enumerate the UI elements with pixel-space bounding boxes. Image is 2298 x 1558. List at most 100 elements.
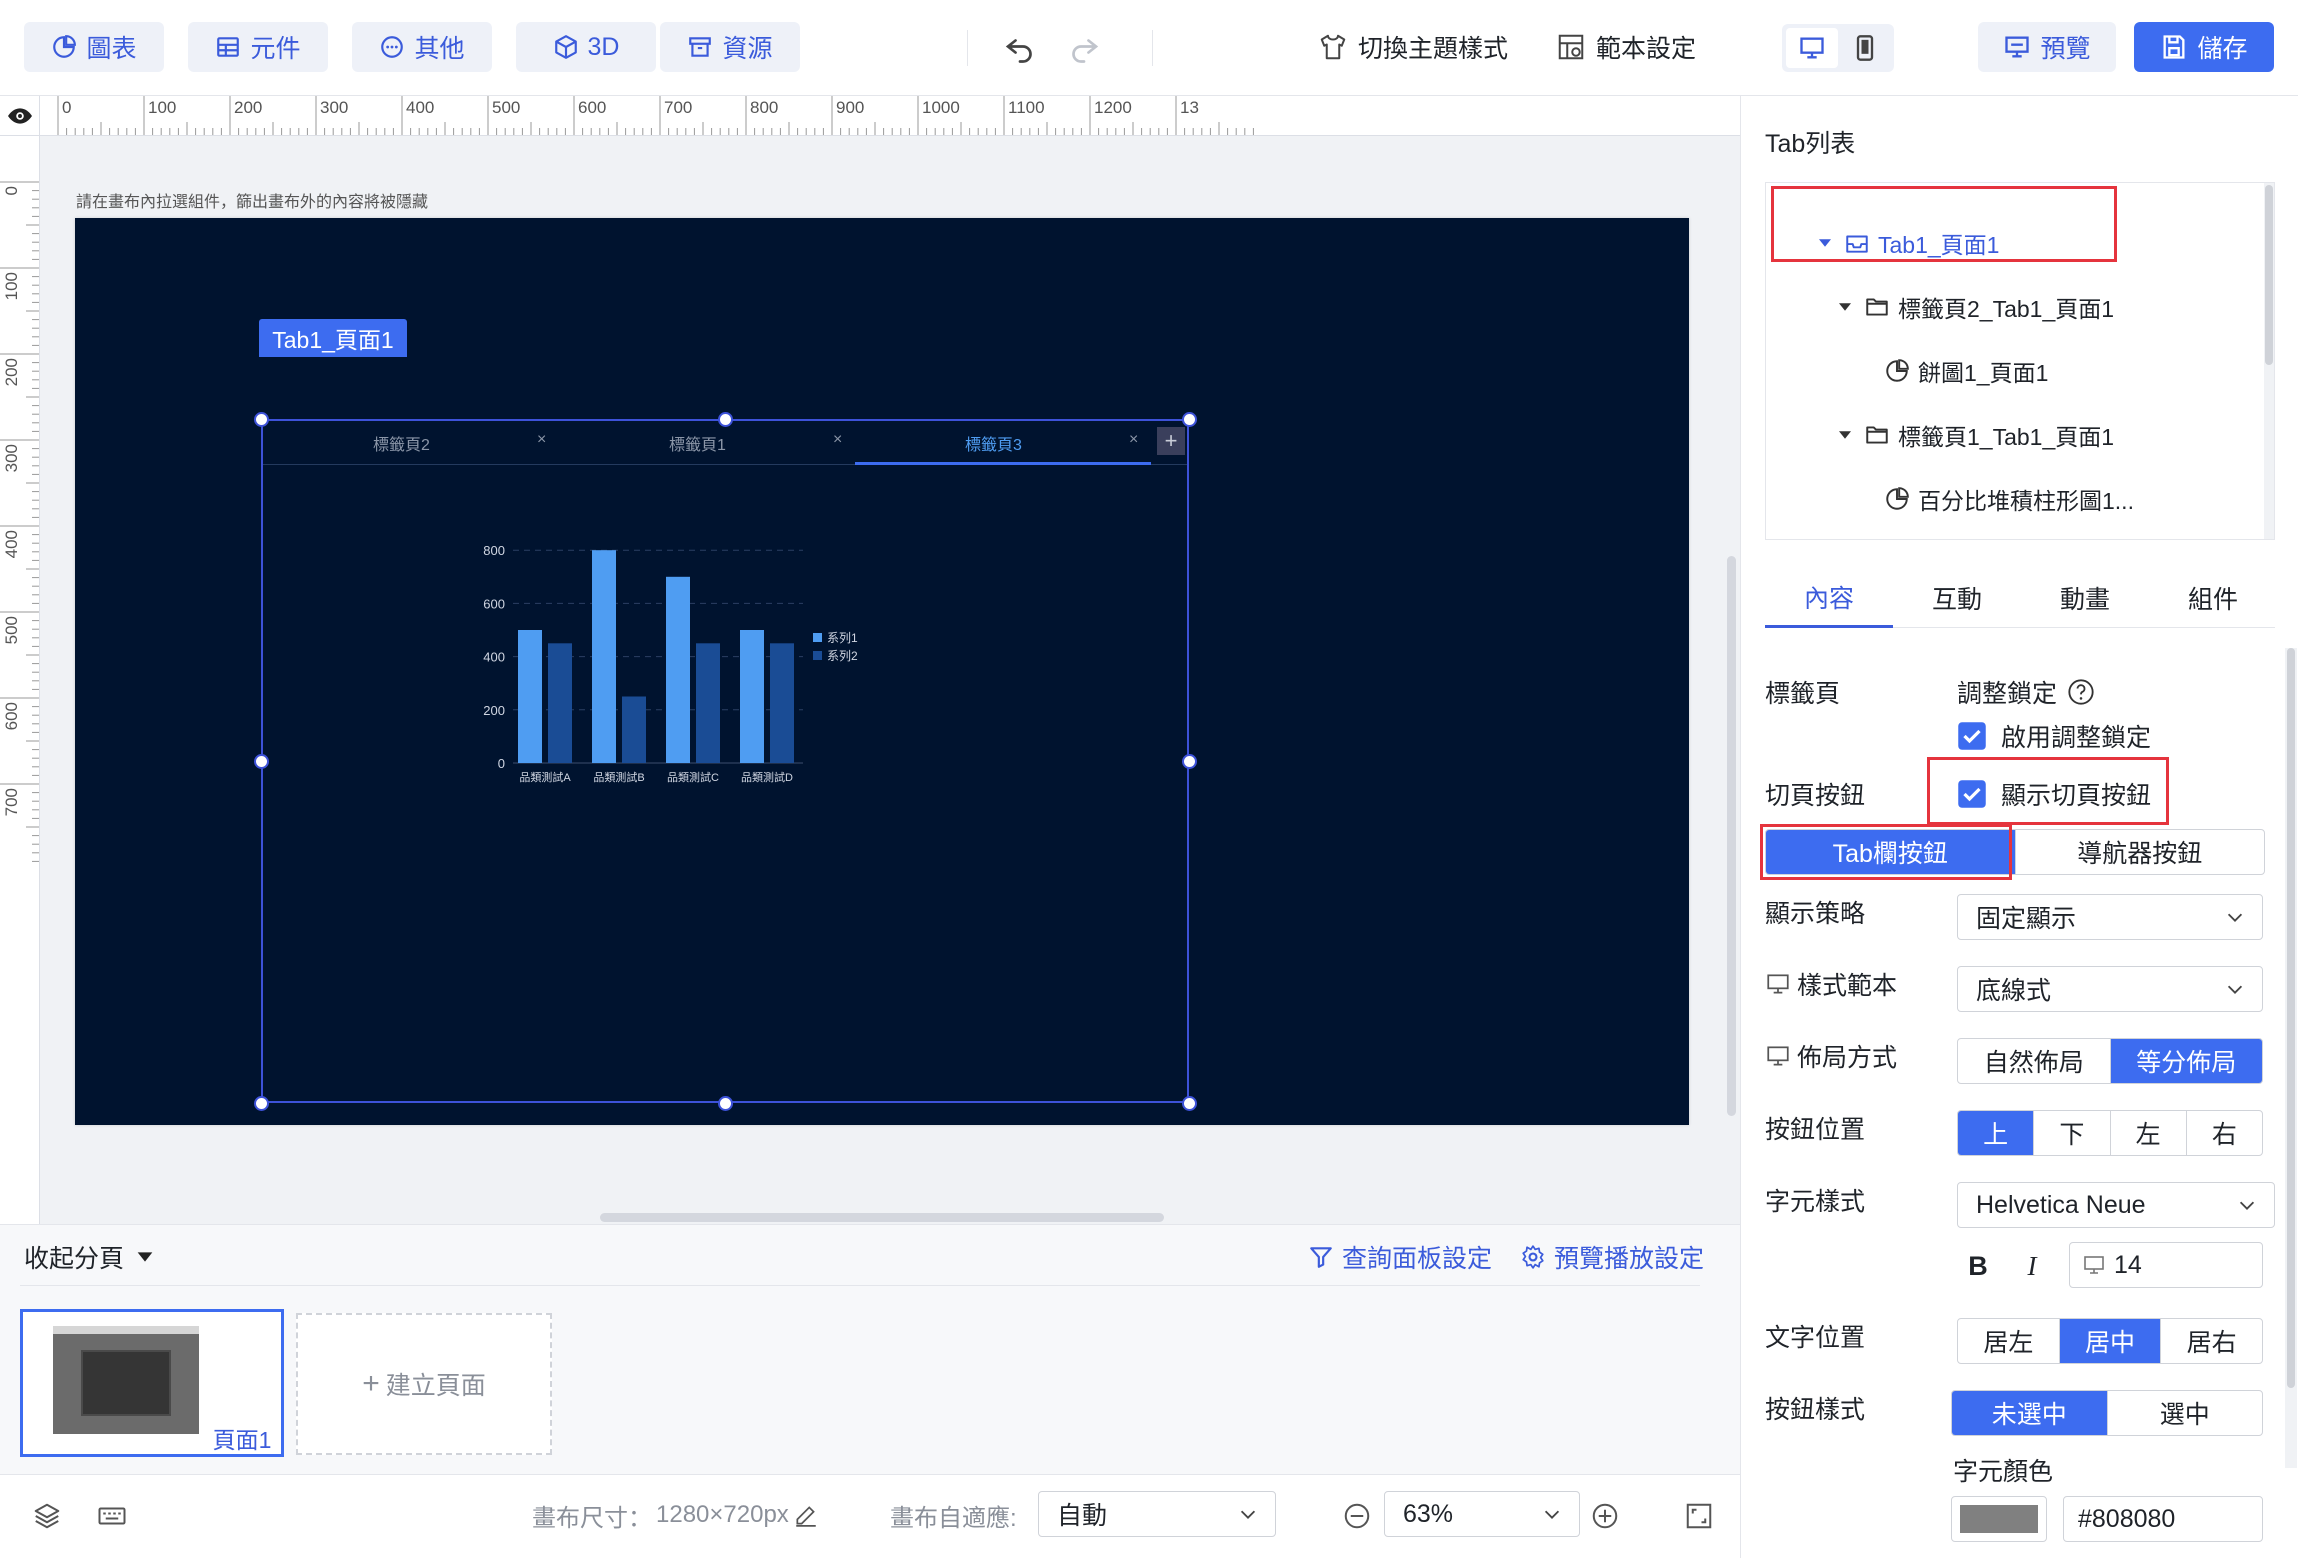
tab-component[interactable]: 標籤頁2 × 標籤頁1 × 標籤頁3 × + 02004006008001000… xyxy=(261,419,1189,1103)
tab-component[interactable]: 組件 xyxy=(2149,568,2277,628)
lock-label: 調整鎖定 xyxy=(1957,680,2058,708)
preview-button[interactable]: 預覽 xyxy=(1978,22,2116,72)
page-thumbnail-label: 頁面1 xyxy=(203,1422,281,1454)
tab-animation[interactable]: 動畫 xyxy=(2021,568,2149,628)
caret-down-icon[interactable] xyxy=(1836,426,1854,444)
tab-close-icon[interactable]: × xyxy=(1129,431,1138,449)
component-button[interactable]: 元件 xyxy=(188,22,328,72)
new-page-button[interactable]: + 建立頁面 xyxy=(296,1313,552,1455)
template-settings-button[interactable]: 範本設定 xyxy=(1556,22,1696,72)
resource-button[interactable]: 資源 xyxy=(660,22,800,72)
switch-theme-button[interactable]: 切換主題樣式 xyxy=(1318,22,1508,72)
scrollbar-thumb[interactable] xyxy=(2265,185,2273,365)
position-bottom-option[interactable]: 下 xyxy=(2034,1111,2111,1155)
zoom-in-icon[interactable] xyxy=(1590,1501,1620,1531)
panel-scrollbar[interactable] xyxy=(2285,648,2297,1468)
align-right-option[interactable]: 居右 xyxy=(2161,1319,2262,1363)
resize-handle[interactable] xyxy=(1182,412,1197,427)
desktop-icon xyxy=(1767,974,1789,994)
layers-icon[interactable] xyxy=(32,1501,62,1531)
font-color-swatch[interactable] xyxy=(1951,1496,2047,1542)
page-button-label: 切頁按鈕 xyxy=(1765,782,1866,810)
dashboard-canvas[interactable]: Tab1_頁面1 標籤頁2 × 標籤頁1 × 標籤頁3 × + 0 200 40… xyxy=(75,218,1689,1125)
page-thumbnail-1[interactable]: 頁面1 xyxy=(20,1309,284,1457)
caret-down-icon[interactable] xyxy=(1836,298,1854,316)
desktop-view-button[interactable] xyxy=(1786,28,1838,68)
tree-item[interactable]: 標籤頁2_Tab1_頁面1 xyxy=(1766,277,2114,337)
vertical-scrollbar[interactable] xyxy=(1724,136,1738,1210)
tree-scrollbar[interactable] xyxy=(2264,183,2274,539)
tab-content[interactable]: 內容 xyxy=(1765,568,1893,628)
edit-icon[interactable] xyxy=(793,1502,819,1528)
font-family-select[interactable]: Helvetica Neue xyxy=(1957,1182,2275,1228)
tree-item[interactable]: 百分比堆積柱形圖1... xyxy=(1766,469,2134,529)
save-button[interactable]: 儲存 xyxy=(2134,22,2274,72)
tab-close-icon[interactable]: × xyxy=(833,431,842,449)
natural-layout-option[interactable]: 自然佈局 xyxy=(1958,1039,2111,1083)
chart-button[interactable]: 圖表 xyxy=(24,22,164,72)
mobile-view-button[interactable] xyxy=(1840,28,1890,68)
other-button[interactable]: 其他 xyxy=(352,22,492,72)
position-left-option[interactable]: 左 xyxy=(2111,1111,2187,1155)
tree-item[interactable]: 標籤頁1_Tab1_頁面1 xyxy=(1766,405,2114,465)
collapse-pages-toggle[interactable]: 收起分頁 xyxy=(24,1239,156,1275)
resize-handle[interactable] xyxy=(254,754,269,769)
position-right-option[interactable]: 右 xyxy=(2187,1111,2262,1155)
horizontal-scrollbar[interactable] xyxy=(40,1210,1740,1224)
add-tab-button[interactable]: + xyxy=(1157,427,1185,455)
tab-page-2[interactable]: 標籤頁2 × xyxy=(263,421,559,465)
preview-play-settings-link[interactable]: 預覽播放設定 xyxy=(1520,1239,1704,1275)
bold-button[interactable]: B xyxy=(1963,1248,1993,1284)
zoom-select[interactable]: 63% xyxy=(1384,1491,1580,1537)
resize-handle[interactable] xyxy=(718,412,733,427)
thumbnail-inner xyxy=(81,1350,171,1416)
help-circle-icon[interactable] xyxy=(2067,678,2095,706)
tab-interaction[interactable]: 互動 xyxy=(1893,568,2021,628)
tab-close-icon[interactable]: × xyxy=(537,431,546,449)
align-center-option[interactable]: 居中 xyxy=(2059,1319,2162,1363)
resize-handle[interactable] xyxy=(1182,1096,1197,1111)
query-panel-settings-link[interactable]: 查詢面板設定 xyxy=(1308,1239,1492,1275)
tab-page-1[interactable]: 標籤頁1 × xyxy=(559,421,855,465)
enable-lock-checkbox[interactable]: 啟用調整鎖定 xyxy=(1957,718,2151,754)
resize-handle[interactable] xyxy=(254,1096,269,1111)
pie-chart-icon xyxy=(1886,487,1909,510)
table-icon xyxy=(217,37,240,57)
3d-button[interactable]: 3D xyxy=(516,22,656,72)
scrollbar-thumb[interactable] xyxy=(1727,556,1736,1116)
font-color-input[interactable]: #808080 xyxy=(2063,1496,2263,1542)
resize-handle[interactable] xyxy=(1182,754,1197,769)
device-switch xyxy=(1782,24,1894,72)
font-size-input[interactable]: 14 xyxy=(2069,1242,2263,1288)
zoom-out-icon[interactable] xyxy=(1342,1501,1372,1531)
italic-button[interactable]: I xyxy=(2017,1248,2047,1284)
ruler-label: 1200 xyxy=(1094,98,1132,117)
fullscreen-icon[interactable] xyxy=(1684,1501,1714,1531)
resize-handle[interactable] xyxy=(718,1096,733,1111)
keyboard-icon[interactable] xyxy=(96,1501,128,1531)
selected-style-option[interactable]: 選中 xyxy=(2108,1391,2263,1435)
redo-icon[interactable] xyxy=(1066,30,1102,66)
display-strategy-select[interactable]: 固定顯示 xyxy=(1957,894,2263,940)
auto-fit-select[interactable]: 自動 xyxy=(1038,1491,1276,1537)
legend-swatch xyxy=(813,633,822,642)
canvas-size: 畫布尺寸： 1280×720px xyxy=(532,1495,819,1535)
equal-layout-option[interactable]: 等分佈局 xyxy=(2110,1039,2262,1083)
tree-item[interactable]: 標籤頁3_Tab1_頁面1 xyxy=(1766,533,2114,539)
eye-icon[interactable] xyxy=(0,96,40,136)
style-template-select[interactable]: 底線式 xyxy=(1957,966,2263,1012)
align-left-option[interactable]: 居左 xyxy=(1958,1319,2060,1363)
position-top-option[interactable]: 上 xyxy=(1958,1111,2035,1155)
navigator-button-option[interactable]: 導航器按鈕 xyxy=(2016,830,2265,874)
undo-icon[interactable] xyxy=(1002,30,1038,66)
layout-label-group: 佈局方式 xyxy=(1765,1038,1897,1074)
unselected-style-option[interactable]: 未選中 xyxy=(1952,1391,2108,1435)
folder-icon xyxy=(1866,426,1888,444)
resize-handle[interactable] xyxy=(254,412,269,427)
scrollbar-thumb[interactable] xyxy=(600,1213,1164,1222)
scrollbar-thumb[interactable] xyxy=(2287,648,2295,1388)
toolbar-divider xyxy=(967,30,968,66)
divider xyxy=(20,1285,1700,1286)
tree-item[interactable]: 餅圖1_頁面1 xyxy=(1766,341,2048,401)
tab-page-3[interactable]: 標籤頁3 × xyxy=(855,421,1151,465)
